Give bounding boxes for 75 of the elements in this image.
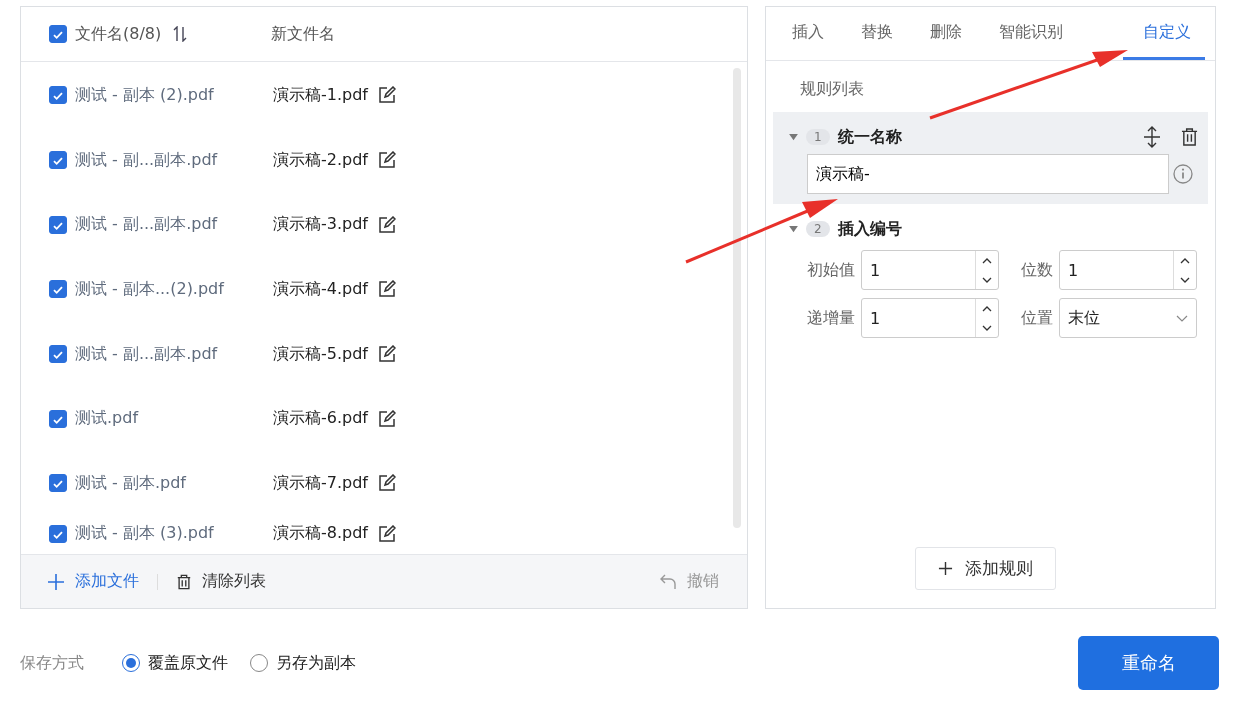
undo-icon bbox=[659, 572, 677, 591]
chevron-down-icon bbox=[1176, 314, 1188, 322]
move-icon[interactable] bbox=[1143, 126, 1161, 148]
add-rule-button[interactable]: 添加规则 bbox=[915, 547, 1056, 590]
section-title: 规则列表 bbox=[800, 79, 865, 100]
edit-icon[interactable] bbox=[378, 151, 396, 170]
rule-title: 统一名称 bbox=[837, 126, 902, 148]
field-label: 位数 bbox=[1021, 259, 1053, 281]
edit-icon[interactable] bbox=[378, 215, 396, 234]
field-label: 初始值 bbox=[807, 259, 855, 281]
edit-icon[interactable] bbox=[378, 86, 396, 105]
add-files-button[interactable]: 添加文件 bbox=[47, 571, 139, 592]
tab[interactable]: 删除 bbox=[918, 7, 974, 60]
new-file-name: 演示稿-2.pdf bbox=[273, 149, 368, 171]
edit-icon[interactable] bbox=[378, 280, 396, 299]
new-file-name: 演示稿-3.pdf bbox=[273, 214, 368, 236]
file-name: 测试 - 副...副本.pdf bbox=[75, 214, 219, 236]
field-label: 位置 bbox=[1021, 307, 1053, 329]
row-checkbox[interactable] bbox=[49, 151, 67, 170]
row-checkbox[interactable] bbox=[49, 524, 67, 543]
row-checkbox[interactable] bbox=[49, 215, 67, 234]
row-checkbox[interactable] bbox=[49, 474, 67, 493]
tab[interactable]: 智能识别 bbox=[987, 7, 1075, 60]
clear-list-button[interactable]: 清除列表 bbox=[176, 571, 266, 592]
collapse-caret-icon[interactable] bbox=[789, 225, 798, 233]
file-name: 测试 - 副...副本.pdf bbox=[75, 343, 219, 365]
row-checkbox[interactable] bbox=[49, 280, 67, 299]
position-dropdown[interactable]: 末位 bbox=[1059, 298, 1197, 338]
rule-card[interactable]: 1 统一名称 演示稿- bbox=[773, 112, 1208, 204]
new-file-name: 演示稿-4.pdf bbox=[273, 278, 368, 300]
rule-number: 2 bbox=[806, 221, 830, 237]
file-name: 测试 - 副本.pdf bbox=[75, 472, 188, 494]
select-all-checkbox[interactable] bbox=[49, 25, 67, 43]
tab[interactable]: 自定义 bbox=[1123, 7, 1205, 60]
new-file-name: 演示稿-6.pdf bbox=[273, 408, 368, 430]
row-checkbox[interactable] bbox=[49, 345, 67, 364]
number-spinner-field[interactable]: 1 bbox=[861, 298, 999, 338]
save-mode-radio[interactable]: 另存为副本 bbox=[250, 652, 356, 674]
column-header: 文件名(8/8) bbox=[75, 23, 162, 45]
plus-icon bbox=[47, 572, 65, 591]
rule-card[interactable]: 2 插入编号 初始值 1 位数 1 递增量 1 位置 末位 bbox=[773, 204, 1208, 348]
tab[interactable]: 插入 bbox=[780, 7, 836, 60]
trash-icon bbox=[176, 572, 192, 591]
name-input-field[interactable]: 演示稿- bbox=[807, 154, 1169, 194]
edit-icon[interactable] bbox=[378, 345, 396, 364]
field-label: 递增量 bbox=[807, 307, 855, 329]
edit-icon[interactable] bbox=[378, 409, 396, 428]
scrollbar[interactable] bbox=[733, 68, 741, 528]
edit-icon[interactable] bbox=[378, 474, 396, 493]
column-header: 新文件名 bbox=[271, 23, 336, 45]
new-file-name: 演示稿-1.pdf bbox=[273, 84, 368, 106]
save-mode-label: 保存方式 bbox=[20, 652, 84, 674]
file-name: 测试 - 副本...(2).pdf bbox=[75, 278, 226, 300]
row-checkbox[interactable] bbox=[49, 86, 67, 105]
rename-button[interactable]: 重命名 bbox=[1078, 636, 1219, 690]
number-spinner-field[interactable]: 1 bbox=[1059, 250, 1197, 290]
new-file-name: 演示稿-8.pdf bbox=[273, 523, 368, 545]
number-spinner-field[interactable]: 1 bbox=[861, 250, 999, 290]
sort-icon[interactable] bbox=[173, 26, 188, 42]
tab[interactable]: 替换 bbox=[849, 7, 905, 60]
file-name: 测试 - 副本 (3).pdf bbox=[75, 523, 215, 545]
plus-icon bbox=[938, 561, 953, 576]
file-name: 测试.pdf bbox=[75, 408, 140, 430]
collapse-caret-icon[interactable] bbox=[789, 133, 798, 141]
new-file-name: 演示稿-7.pdf bbox=[273, 472, 368, 494]
new-file-name: 演示稿-5.pdf bbox=[273, 343, 368, 365]
file-name: 测试 - 副本 (2).pdf bbox=[75, 84, 215, 106]
info-icon[interactable] bbox=[1173, 164, 1193, 184]
trash-icon[interactable] bbox=[1181, 127, 1198, 147]
rule-number: 1 bbox=[806, 129, 830, 145]
rule-title: 插入编号 bbox=[837, 218, 902, 240]
file-name: 测试 - 副...副本.pdf bbox=[75, 149, 219, 171]
edit-icon[interactable] bbox=[378, 524, 396, 543]
save-mode-radio[interactable]: 覆盖原文件 bbox=[122, 652, 228, 674]
row-checkbox[interactable] bbox=[49, 409, 67, 428]
